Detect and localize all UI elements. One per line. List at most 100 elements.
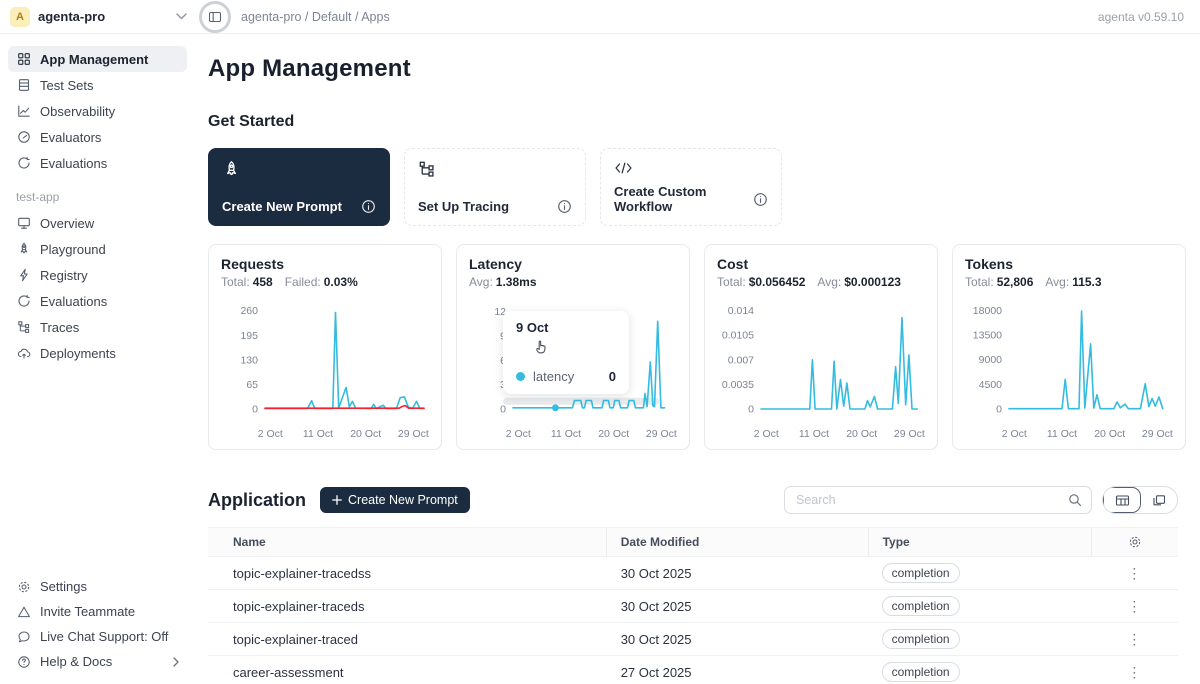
more-actions-icon[interactable]: ⋮ [1127, 632, 1141, 646]
stat: Avg:115.3 [1045, 275, 1101, 289]
hand-cursor-icon [533, 337, 550, 355]
tracing-tree-icon [418, 160, 572, 178]
search-input[interactable] [796, 493, 1068, 507]
gear-icon [16, 579, 31, 594]
code-icon [614, 160, 768, 176]
more-actions-icon[interactable]: ⋮ [1127, 566, 1141, 580]
svg-text:195: 195 [240, 330, 258, 342]
sidebar-item-label: Invite Teammate [40, 604, 135, 619]
cost-chart[interactable]: 00.00350.0070.01050.0142 Oct11 Oct20 Oct… [717, 295, 925, 443]
requests-chart[interactable]: 0651301952602 Oct11 Oct20 Oct29 Oct [221, 295, 429, 443]
svg-text:0: 0 [748, 404, 754, 416]
more-actions-icon[interactable]: ⋮ [1127, 599, 1141, 613]
sidebar-item-deployments[interactable]: Deployments [8, 340, 187, 366]
column-header-type[interactable]: Type [868, 528, 1091, 556]
svg-text:20 Oct: 20 Oct [846, 428, 877, 440]
table-row[interactable]: topic-explainer-traced 30 Oct 2025 compl… [208, 623, 1178, 656]
create-new-prompt-card[interactable]: Create New Prompt [208, 148, 390, 226]
sidebar-toggle-button[interactable] [199, 1, 231, 33]
application-heading: Application [208, 490, 306, 511]
column-header-date-modified[interactable]: Date Modified [606, 528, 868, 556]
monitor-icon [16, 216, 31, 231]
svg-text:9000: 9000 [979, 354, 1003, 366]
sidebar-item-app-management[interactable]: App Management [8, 46, 187, 72]
table-row[interactable]: career-assessment 27 Oct 2025 completion… [208, 656, 1178, 684]
svg-text:11 Oct: 11 Oct [799, 428, 829, 440]
page-title: App Management [208, 55, 1178, 83]
sidebar-item-live-chat[interactable]: Live Chat Support: Off [8, 624, 187, 649]
rocket-icon [222, 160, 376, 179]
search-box [784, 486, 1092, 514]
sidebar-item-test-sets[interactable]: Test Sets [8, 72, 187, 98]
stat: Avg:$0.000123 [817, 275, 901, 289]
app-name[interactable]: career-assessment [208, 665, 606, 680]
series-dot [516, 372, 525, 381]
info-icon[interactable] [753, 192, 768, 207]
column-settings[interactable] [1091, 528, 1178, 556]
stat: Avg:1.38ms [469, 275, 537, 289]
app-name[interactable]: topic-explainer-traced [208, 632, 606, 647]
sidebar-item-overview[interactable]: Overview [8, 210, 187, 236]
column-header-name[interactable]: Name [208, 535, 606, 549]
svg-text:65: 65 [246, 379, 258, 391]
breadcrumb[interactable]: agenta-pro / Default / Apps [241, 10, 390, 24]
stat: Total:52,806 [965, 275, 1033, 289]
workspace-switcher[interactable]: A agenta-pro [0, 7, 195, 27]
sidebar-item-observability[interactable]: Observability [8, 98, 187, 124]
app-group-label: test-app [16, 190, 187, 204]
info-icon[interactable] [557, 199, 572, 214]
set-up-tracing-card[interactable]: Set Up Tracing [404, 148, 586, 226]
sidebar-item-label: Help & Docs [40, 654, 112, 669]
sidebar-item-label: Evaluations [40, 294, 107, 309]
card-view-icon [1152, 494, 1166, 507]
refresh-icon [16, 294, 31, 309]
info-icon[interactable] [361, 199, 376, 214]
sidebar-item-label: Playground [40, 242, 106, 257]
sidebar-item-label: Test Sets [40, 78, 93, 93]
table-row[interactable]: topic-explainer-tracedss 30 Oct 2025 com… [208, 557, 1178, 590]
sidebar-item-invite-teammate[interactable]: Invite Teammate [8, 599, 187, 624]
sidebar-item-playground[interactable]: Playground [8, 236, 187, 262]
type-badge: completion [882, 563, 960, 583]
sidebar-item-evaluations-app[interactable]: Evaluations [8, 288, 187, 314]
app-name[interactable]: topic-explainer-traceds [208, 599, 606, 614]
grid-icon [16, 52, 31, 67]
tokens-chart[interactable]: 04500900013500180002 Oct11 Oct20 Oct29 O… [965, 295, 1173, 443]
card-view-button[interactable] [1141, 487, 1177, 513]
sidebar-item-evaluations[interactable]: Evaluations [8, 150, 187, 176]
table-view-button[interactable] [1103, 487, 1141, 513]
sidebar-item-evaluators[interactable]: Evaluators [8, 124, 187, 150]
sidebar-item-label: Registry [40, 268, 88, 283]
svg-text:29 Oct: 29 Oct [894, 428, 925, 440]
test-sets-icon [16, 78, 31, 93]
applications-table: Name Date Modified Type topic-explainer-… [208, 527, 1178, 684]
get-started-heading: Get Started [208, 113, 1178, 131]
create-custom-workflow-card[interactable]: Create Custom Workflow [600, 148, 782, 226]
sidebar-item-traces[interactable]: Traces [8, 314, 187, 340]
app-date-modified: 30 Oct 2025 [606, 599, 868, 614]
sidebar: App Management Test Sets Observability E… [0, 34, 195, 684]
svg-text:0: 0 [500, 404, 506, 416]
svg-text:20 Oct: 20 Oct [598, 428, 629, 440]
sidebar-item-settings[interactable]: Settings [8, 574, 187, 599]
sidebar-item-registry[interactable]: Registry [8, 262, 187, 288]
search-icon[interactable] [1068, 493, 1082, 507]
sidebar-item-help-docs[interactable]: Help & Docs [8, 649, 187, 674]
svg-text:29 Oct: 29 Oct [1142, 428, 1173, 440]
svg-text:11 Oct: 11 Oct [303, 428, 333, 440]
svg-text:0.0105: 0.0105 [722, 330, 754, 342]
tooltip-series-row: latency 0 [516, 369, 616, 384]
workspace-avatar: A [10, 7, 30, 27]
more-actions-icon[interactable]: ⋮ [1127, 665, 1141, 679]
svg-text:11 Oct: 11 Oct [551, 428, 581, 440]
type-badge: completion [882, 629, 960, 649]
app-date-modified: 30 Oct 2025 [606, 566, 868, 581]
table-row[interactable]: topic-explainer-traceds 30 Oct 2025 comp… [208, 590, 1178, 623]
svg-text:260: 260 [240, 305, 258, 317]
create-new-prompt-button[interactable]: Create New Prompt [320, 487, 470, 513]
sidebar-item-label: Traces [40, 320, 79, 335]
sidebar-item-label: Overview [40, 216, 94, 231]
app-name[interactable]: topic-explainer-tracedss [208, 566, 606, 581]
tokens-chart-card: Tokens Total:52,806Avg:115.3 04500900013… [952, 244, 1186, 450]
svg-text:2 Oct: 2 Oct [1002, 428, 1027, 440]
